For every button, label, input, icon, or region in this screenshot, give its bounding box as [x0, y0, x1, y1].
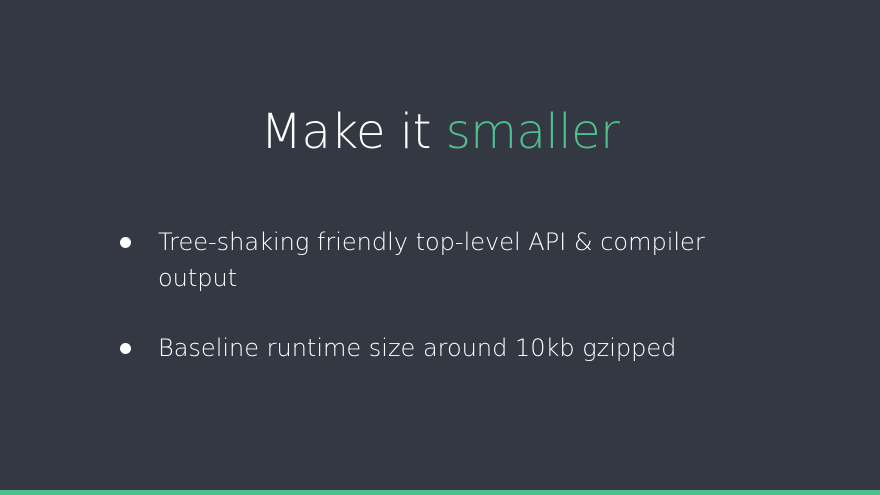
bottom-accent-bar	[0, 490, 880, 495]
bullet-dot-icon	[120, 343, 131, 354]
slide-title-main: Make it	[260, 104, 446, 160]
bullet-dot-icon	[120, 237, 131, 248]
bullet-list: Tree-shaking friendly top-level API & co…	[118, 224, 758, 366]
slide-title: Make it smaller	[0, 100, 880, 164]
bullet-item: Tree-shaking friendly top-level API & co…	[118, 224, 758, 296]
bullet-item: Baseline runtime size around 10kb gzippe…	[118, 330, 758, 366]
slide-title-accent: smaller	[445, 104, 620, 160]
bullet-text: Tree-shaking friendly top-level API & co…	[158, 228, 705, 292]
bullet-text: Baseline runtime size around 10kb gzippe…	[158, 334, 677, 362]
slide: Make it smaller Tree-shaking friendly to…	[0, 0, 880, 495]
